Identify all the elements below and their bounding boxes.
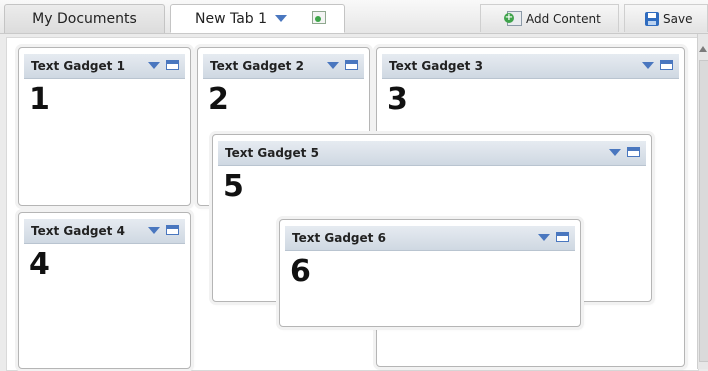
maximize-icon[interactable] <box>556 232 569 242</box>
tab-dropdown-icon[interactable] <box>275 15 288 22</box>
gadget-menu-icon[interactable] <box>148 61 160 69</box>
gadget-menu-icon[interactable] <box>327 61 339 69</box>
scroll-up-icon[interactable] <box>699 46 707 52</box>
gadget-header[interactable]: Text Gadget 6 <box>285 226 575 251</box>
gadget-header[interactable]: Text Gadget 4 <box>24 219 185 244</box>
maximize-icon[interactable] <box>166 225 179 235</box>
gadget-header[interactable]: Text Gadget 3 <box>382 54 679 79</box>
gadget-menu-icon[interactable] <box>609 148 621 156</box>
add-content-label: Add Content <box>526 11 601 26</box>
text-gadget-1[interactable]: Text Gadget 1 1 <box>18 47 191 206</box>
add-tab-icon[interactable] <box>312 11 326 24</box>
maximize-icon[interactable] <box>166 60 179 70</box>
gadget-title: Text Gadget 3 <box>389 59 483 73</box>
gadget-content: 2 <box>208 82 229 117</box>
tab-my-documents-label: My Documents <box>32 11 137 27</box>
scroll-thumb[interactable] <box>699 60 708 362</box>
gadget-header[interactable]: Text Gadget 5 <box>218 141 646 166</box>
gadget-header[interactable]: Text Gadget 2 <box>203 54 364 79</box>
maximize-icon[interactable] <box>660 60 673 70</box>
gadget-title: Text Gadget 2 <box>210 59 304 73</box>
gadget-title: Text Gadget 1 <box>31 59 125 73</box>
add-content-icon <box>504 11 522 26</box>
gadget-content: 6 <box>290 254 311 289</box>
gadget-menu-icon[interactable] <box>642 61 654 69</box>
gadget-content: 4 <box>29 247 50 282</box>
top-toolbar: My Documents New Tab 1 Add Content Save <box>0 0 708 34</box>
text-gadget-4[interactable]: Text Gadget 4 4 <box>18 212 191 369</box>
tab-my-documents[interactable]: My Documents <box>4 4 165 33</box>
gadget-content: 5 <box>223 169 244 204</box>
save-icon <box>645 11 659 26</box>
gadget-content: 3 <box>387 82 408 117</box>
vertical-scrollbar[interactable] <box>697 34 708 369</box>
gadget-title: Text Gadget 6 <box>292 231 386 245</box>
gadget-title: Text Gadget 5 <box>225 146 319 160</box>
save-button[interactable]: Save <box>624 4 708 32</box>
gadget-header[interactable]: Text Gadget 1 <box>24 54 185 79</box>
maximize-icon[interactable] <box>627 147 640 157</box>
gadget-title: Text Gadget 4 <box>31 224 125 238</box>
gadget-menu-icon[interactable] <box>148 226 160 234</box>
save-label: Save <box>663 11 693 26</box>
gadget-menu-icon[interactable] <box>538 233 550 241</box>
maximize-icon[interactable] <box>345 60 358 70</box>
gadget-content: 1 <box>29 82 50 117</box>
add-content-button[interactable]: Add Content <box>480 4 619 32</box>
tab-new-tab-1-label: New Tab 1 <box>195 10 268 27</box>
text-gadget-6[interactable]: Text Gadget 6 6 <box>279 219 581 327</box>
